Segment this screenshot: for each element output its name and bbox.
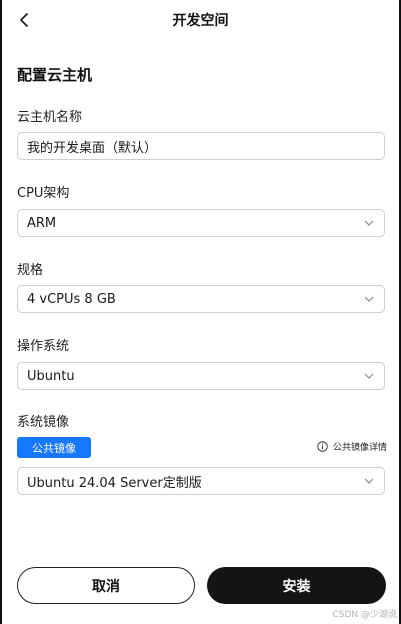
cpu-arch-select[interactable]: ARM	[17, 209, 385, 237]
public-image-detail-link[interactable]: 公共镜像详情	[317, 440, 387, 453]
spec-value: 4 vCPUs 8 GB	[27, 291, 116, 307]
image-select[interactable]: Ubuntu 24.04 Server定制版	[17, 467, 385, 495]
page-title: 开发空间	[172, 13, 229, 29]
cancel-button[interactable]: 取消	[17, 567, 195, 604]
info-icon	[317, 441, 328, 452]
install-button[interactable]: 安装	[207, 567, 386, 604]
watermark: CSDN @少湖说	[332, 610, 397, 620]
image-label: 系统镜像	[17, 415, 70, 430]
cpu-arch-label: CPU架构	[17, 186, 70, 201]
spec-label: 规格	[17, 263, 44, 278]
os-value: Ubuntu	[27, 368, 75, 384]
top-bar: 开发空间	[2, 0, 399, 40]
os-select[interactable]: Ubuntu	[17, 362, 385, 390]
spec-select[interactable]: 4 vCPUs 8 GB	[17, 285, 385, 313]
public-image-tab[interactable]: 公共镜像	[17, 437, 91, 458]
section-title: 配置云主机	[17, 66, 93, 84]
detail-link-label: 公共镜像详情	[332, 443, 387, 453]
window-edge-left	[0, 0, 2, 624]
chevron-down-icon	[362, 474, 376, 488]
image-value: Ubuntu 24.04 Server定制版	[27, 475, 202, 491]
cpu-arch-value: ARM	[27, 215, 57, 231]
chevron-down-icon	[362, 292, 376, 306]
name-value: 我的开发桌面（默认）	[27, 140, 158, 156]
chevron-down-icon	[362, 369, 376, 383]
chevron-down-icon	[362, 216, 376, 230]
name-input[interactable]: 我的开发桌面（默认）	[17, 132, 385, 160]
os-label: 操作系统	[17, 339, 70, 354]
name-label: 云主机名称	[17, 110, 83, 125]
